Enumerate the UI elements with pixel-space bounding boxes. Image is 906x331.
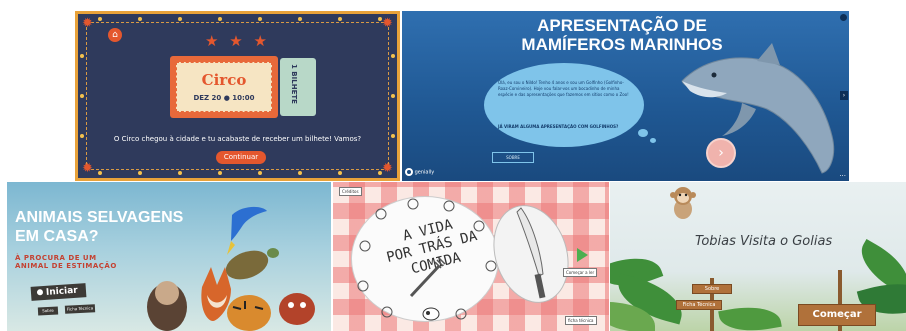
sobre-button[interactable]: Sobre bbox=[37, 306, 59, 316]
doodles-image bbox=[357, 198, 497, 321]
animais-subtitle-line1: À PROCURA DE UM bbox=[15, 254, 97, 262]
speech-bubble: Olá, eu sou o Nildo! Tenho 4 anos e sou … bbox=[484, 63, 644, 147]
tobias-card[interactable]: Tobias Visita o Golias Sobre Ficha Técni… bbox=[610, 182, 906, 331]
credits-label[interactable]: Créditos bbox=[339, 187, 362, 196]
start-label: Iniciar bbox=[45, 285, 79, 298]
genially-logo-text: genially bbox=[414, 169, 435, 176]
circo-card[interactable]: ✹ ✹ ✹ ✹ ⌂ ★ ★ ★ Circo DEZ 20 ● 10:00 1 B… bbox=[75, 11, 400, 181]
ticket-title: Circo bbox=[201, 71, 247, 89]
start-reading-label[interactable]: Começar a ler bbox=[563, 268, 598, 277]
leaf-decoration bbox=[718, 300, 782, 331]
start-dot-icon bbox=[36, 289, 44, 296]
stars-icon: ★ ★ ★ bbox=[205, 32, 270, 50]
monkey-icon bbox=[670, 187, 696, 219]
animais-card[interactable]: ANIMAIS SELVAGENS EM CASA? À PROCURA DE … bbox=[7, 182, 331, 331]
sobre-button[interactable]: SOBRE bbox=[492, 152, 534, 163]
sobre-sign-button[interactable]: Sobre bbox=[692, 284, 732, 294]
ficha-tecnica-button[interactable]: Ficha Técnica bbox=[64, 304, 96, 314]
play-icon[interactable]: › bbox=[706, 138, 736, 168]
continue-button[interactable]: Continuar bbox=[216, 151, 266, 164]
circo-message: O Circo chegou à cidade e tu acabaste de… bbox=[113, 135, 362, 143]
animals-image bbox=[147, 206, 315, 331]
bubble-text: Olá, eu sou o Nildo! Tenho 4 anos e sou … bbox=[498, 80, 629, 97]
genially-logo-icon bbox=[405, 168, 413, 176]
tobias-title: Tobias Visita o Golias bbox=[695, 234, 833, 249]
start-sign-button[interactable]: Começar bbox=[798, 304, 876, 326]
dolphin-image bbox=[681, 43, 835, 174]
knife-icon bbox=[516, 207, 546, 299]
ticket-inner: Circo DEZ 20 ● 10:00 bbox=[176, 62, 272, 112]
corner-star-icon: ✹ bbox=[382, 161, 393, 176]
vida-card[interactable]: A VIDA POR TRÁS DA COMIDA Créditos Começ… bbox=[333, 182, 609, 331]
bubble-question: JÁ VIRAM ALGUMA APRESENTAÇÃO COM GOLFINH… bbox=[498, 124, 619, 129]
tech-sheet-label[interactable]: ficha técnica bbox=[565, 316, 597, 325]
ficha-tecnica-sign-button[interactable]: Ficha Técnica bbox=[676, 300, 722, 310]
corner-star-icon: ✹ bbox=[82, 161, 93, 176]
circus-ticket: Circo DEZ 20 ● 10:00 1 BILHETE bbox=[170, 56, 318, 118]
genially-logo: genially bbox=[405, 168, 434, 176]
corner-star-icon: ✹ bbox=[382, 16, 393, 31]
animais-subtitle-line2: ANIMAL DE ESTIMAÇÃO bbox=[15, 262, 117, 270]
animais-subtitle: À PROCURA DE UM ANIMAL DE ESTIMAÇÃO bbox=[15, 254, 117, 270]
ticket-stub-text: 1 BILHETE bbox=[290, 64, 298, 104]
ticket-date: DEZ 20 ● 10:00 bbox=[193, 94, 255, 102]
mamiferos-title-line1: APRESENTAÇÃO DE bbox=[537, 16, 707, 35]
play-icon[interactable] bbox=[577, 248, 588, 262]
more-icon[interactable]: ··· bbox=[839, 172, 846, 180]
mamiferos-card[interactable]: APRESENTAÇÃO DE MAMÍFEROS MARINHOS Olá, … bbox=[402, 11, 849, 181]
ticket-stub: 1 BILHETE bbox=[280, 58, 316, 116]
ticket-main: Circo DEZ 20 ● 10:00 bbox=[170, 56, 278, 118]
next-arrow-icon[interactable]: › bbox=[840, 91, 848, 100]
corner-star-icon: ✹ bbox=[82, 16, 93, 31]
start-button[interactable]: Iniciar bbox=[30, 283, 87, 301]
menu-icon[interactable] bbox=[840, 14, 847, 21]
